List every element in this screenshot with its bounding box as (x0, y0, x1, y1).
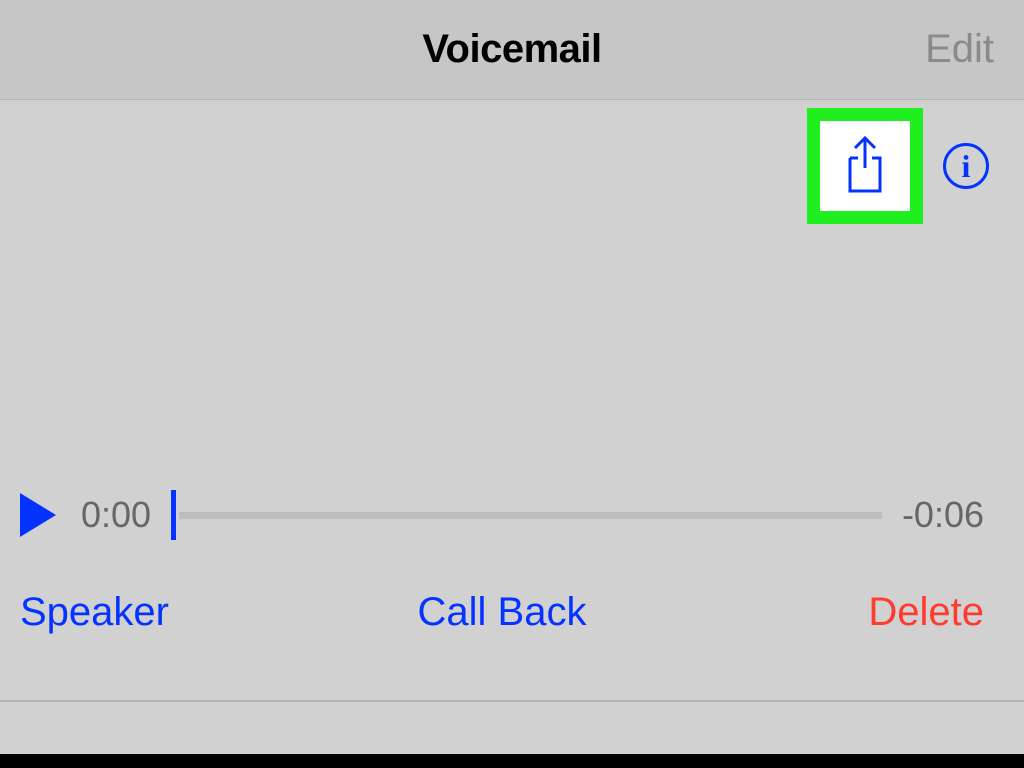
scrubber-handle[interactable] (171, 490, 176, 540)
delete-button[interactable]: Delete (868, 590, 984, 635)
share-highlight-box (807, 108, 923, 224)
speaker-button[interactable]: Speaker (20, 590, 169, 635)
call-back-button[interactable]: Call Back (418, 590, 587, 635)
remaining-time: -0:06 (902, 494, 984, 536)
playback-controls: 0:00 -0:06 (20, 490, 984, 540)
separator-line (0, 700, 1024, 702)
info-icon: i (962, 148, 971, 185)
info-button[interactable]: i (943, 143, 989, 189)
share-button[interactable] (820, 121, 910, 211)
scrubber-track[interactable] (171, 490, 882, 540)
scrubber-background (179, 512, 882, 519)
page-title: Voicemail (422, 27, 601, 72)
action-buttons-row: Speaker Call Back Delete (20, 590, 984, 635)
edit-button[interactable]: Edit (925, 27, 994, 72)
bottom-edge (0, 754, 1024, 768)
voicemail-actions-row: i (807, 108, 989, 224)
share-icon (840, 136, 890, 196)
elapsed-time: 0:00 (81, 494, 151, 536)
navigation-bar: Voicemail Edit (0, 0, 1024, 100)
play-button[interactable] (20, 493, 56, 537)
